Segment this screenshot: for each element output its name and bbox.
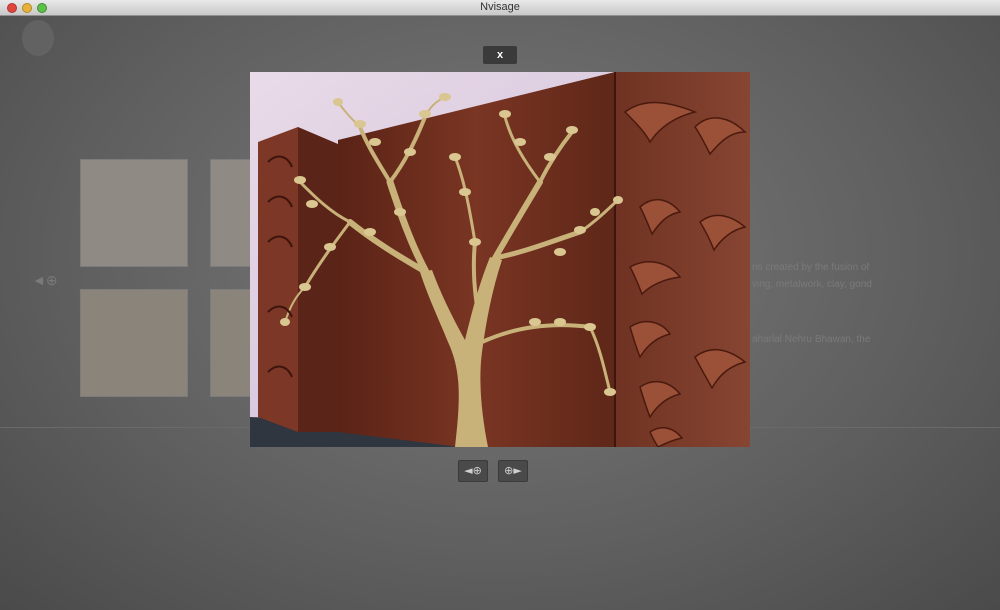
previous-image-button[interactable]: ◄⊕ [458, 460, 488, 482]
background-thumbnail [80, 159, 188, 267]
title-bar: Nvisage [0, 0, 1000, 16]
gallery-photo [250, 72, 750, 447]
next-image-button[interactable]: ⊕► [498, 460, 528, 482]
window-title: Nvisage [480, 1, 520, 13]
background-text: ns created by the fusion of [752, 262, 870, 273]
background-prev-icon: ◄⊕ [32, 272, 58, 288]
background-text: aharlal Nehru Bhawan, the [752, 334, 871, 345]
tree-mural-illustration [250, 72, 750, 447]
app-content: ◄⊕ ns created by the fusion of ving, met… [0, 16, 1000, 610]
background-text: ving, metalwork, clay, gond [752, 279, 872, 290]
background-thumbnail [80, 289, 188, 397]
close-button[interactable]: x [483, 46, 517, 64]
background-thumbnail [210, 289, 254, 397]
background-thumbnail [210, 159, 254, 267]
logo [22, 20, 54, 56]
